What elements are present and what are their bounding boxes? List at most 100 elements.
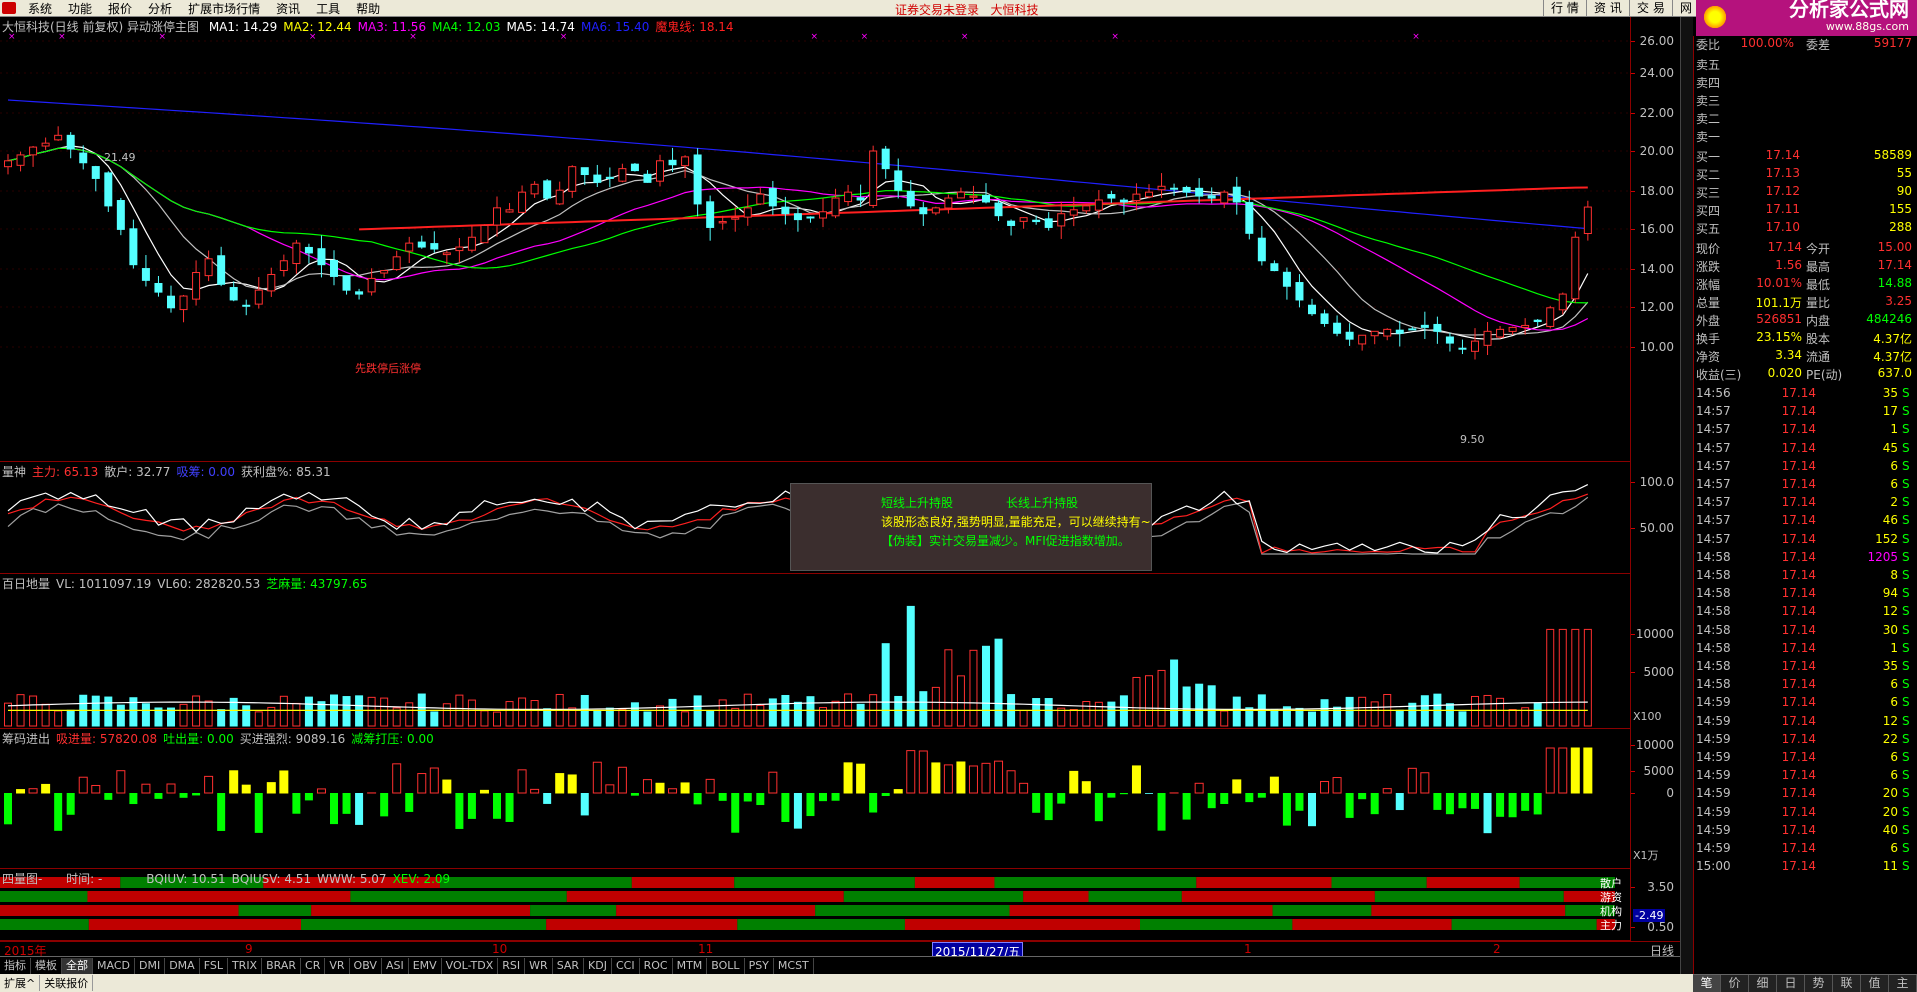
tick-time: 14:59 [1696, 713, 1731, 728]
price-y-axis: 26.00 24.00 22.00 20.00 18.00 16.00 14.00 12.00… [1630, 17, 1680, 462]
volume-bar [982, 645, 990, 727]
chip-flow-panel[interactable]: 筹码进出 吸进量: 57820.08 吐出量: 0.00 买进强烈: 9089.16 减… [0, 729, 1630, 869]
volume-bar [367, 696, 376, 727]
indicator-tab[interactable]: MCST [774, 957, 814, 974]
indicator-tab[interactable]: CR [301, 957, 326, 974]
quote-tab[interactable]: 联 [1833, 975, 1861, 992]
stat-value: 484246 [1866, 312, 1912, 326]
indicator-tab[interactable]: FSL [200, 957, 228, 974]
indicator-tab[interactable]: EMV [409, 957, 442, 974]
price-chart-panel[interactable]: × × × × × × × × × × × 21.49 9.50 先跌停后涨停 大恒科技(日线 前复权) … [0, 17, 1630, 462]
vertical-scrollbar[interactable] [1680, 17, 1693, 974]
x-axis-label: 1 [1244, 942, 1252, 956]
indicator-tab[interactable]: OBV [350, 957, 382, 974]
indicator-tab[interactable]: RSI [498, 957, 526, 974]
signal-marker: × [961, 32, 969, 42]
quote-tab[interactable]: 主 [1889, 975, 1917, 992]
indicator-tab[interactable]: CCI [612, 957, 640, 974]
chip-in-bar [1545, 747, 1555, 794]
indicator-tab[interactable]: 模板 [31, 957, 62, 974]
candle-body [994, 202, 1003, 217]
quote-tab[interactable]: 值 [1861, 975, 1889, 992]
indicator-tab[interactable]: TRIX [228, 957, 263, 974]
indicator-tab[interactable]: DMI [135, 957, 166, 974]
tick-row: 14:57 17.14 45 S [1694, 441, 1917, 459]
chip-out-bar [1483, 793, 1492, 834]
chip-in-bar [166, 783, 176, 794]
chip-in-bar [1420, 772, 1430, 794]
tab-trade[interactable]: 交 易 [1629, 0, 1672, 17]
volume-bar [731, 707, 740, 727]
tick-volume: 1 [1890, 422, 1898, 437]
limit-note-label: 先跌停后涨停 [355, 361, 421, 375]
indicator-tab[interactable]: MTM [673, 957, 708, 974]
chip-out-bar [718, 793, 727, 801]
indicator-tab[interactable]: DMA [165, 957, 200, 974]
volume-bar [317, 701, 326, 727]
tick-volume: 6 [1890, 768, 1898, 783]
quote-tab[interactable]: 势 [1805, 975, 1833, 992]
indicator-tab[interactable]: BOLL [707, 957, 745, 974]
indicator-tab[interactable]: WR [525, 957, 553, 974]
chip-out-bar [1282, 793, 1291, 826]
indicator-tab[interactable]: BRAR [262, 957, 302, 974]
menu-tools[interactable]: 工具 [308, 0, 348, 17]
indicator-tab[interactable]: 指标 [0, 957, 31, 974]
tick-time: 14:59 [1696, 695, 1731, 710]
y-tick [1631, 113, 1635, 114]
volume-panel[interactable]: 百日地量 VL: 1011097.19 VL60: 282820.53 芝麻量: 43… [0, 574, 1630, 729]
tick-price: 17.14 [1781, 604, 1816, 619]
chip-in-bar [1069, 770, 1079, 794]
chip-out-bar [1044, 793, 1053, 821]
chip-in-bar [893, 789, 903, 794]
tick-time: 14:59 [1696, 804, 1731, 819]
volume-bar [994, 638, 1003, 727]
quote-tab[interactable]: 细 [1749, 975, 1777, 992]
volume-bar [4, 702, 12, 727]
menu-analysis[interactable]: 分析 [140, 0, 180, 17]
tab-quote[interactable]: 行 情 [1543, 0, 1586, 17]
volume-bar [41, 703, 50, 727]
chipflow-value-1: 吐出量: 0.00 [163, 732, 234, 746]
tab-news[interactable]: 资 讯 [1586, 0, 1629, 17]
menu-ext-market[interactable]: 扩展市场行情 [180, 0, 268, 17]
menu-quote[interactable]: 报价 [100, 0, 140, 17]
menu-help[interactable]: 帮助 [348, 0, 388, 17]
indicator-tab[interactable]: MACD [93, 957, 135, 974]
four-volume-panel[interactable]: 散户 游资 机构 主力 四量图- 时间: - BQIUV: 10.51 BQIUSV: … [0, 869, 1630, 941]
app-logo-icon [2, 2, 16, 14]
menu-info[interactable]: 资讯 [268, 0, 308, 17]
menu-function[interactable]: 功能 [60, 0, 100, 17]
regime-strip [566, 891, 844, 902]
volume-title: 百日地量 VL: 1011097.19 VL60: 282820.53 芝麻量: 43… [2, 575, 373, 592]
quote-tab[interactable]: 日 [1777, 975, 1805, 992]
chip-out-bar [330, 793, 338, 825]
indicator-tab[interactable]: VR [325, 957, 350, 974]
indicator-tab[interactable]: SAR [553, 957, 585, 974]
indicator-tab[interactable]: PSY [745, 957, 774, 974]
quote-tab[interactable]: 笔 [1693, 975, 1721, 992]
chip-out-bar [1395, 793, 1404, 811]
indicator-tab[interactable]: KDJ [584, 957, 612, 974]
indicator-tab[interactable]: ROC [640, 957, 673, 974]
quote-tab[interactable]: 价 [1721, 975, 1749, 992]
candle-body [668, 159, 677, 166]
menu-system[interactable]: 系统 [20, 0, 60, 17]
volume-bar [1270, 708, 1279, 727]
tick-time: 15:00 [1696, 859, 1731, 874]
volume-bar [141, 703, 150, 727]
signal-tooltip: 短线上升持股 长线上升持股 该股形态良好,强势明显,量能充足，可以继续持有~ 【… [790, 483, 1152, 571]
candle-body [718, 221, 727, 224]
y-tick-label: 0.50 [1647, 920, 1674, 934]
stat-label: 换手 [1696, 332, 1721, 346]
indicator-tab[interactable]: 全部 [62, 957, 93, 974]
volume-bar [856, 703, 865, 727]
regime-strip [1451, 919, 1597, 930]
tick-price: 17.14 [1781, 695, 1816, 710]
chip-in-bar [91, 784, 101, 794]
linked-quote-button[interactable]: 关联报价 [40, 975, 94, 991]
indicator-tab[interactable]: ASI [382, 957, 409, 974]
indicator-tab[interactable]: VOL-TDX [442, 957, 499, 974]
tick-time: 14:58 [1696, 622, 1731, 637]
expand-button[interactable]: 扩展^ [0, 975, 41, 991]
